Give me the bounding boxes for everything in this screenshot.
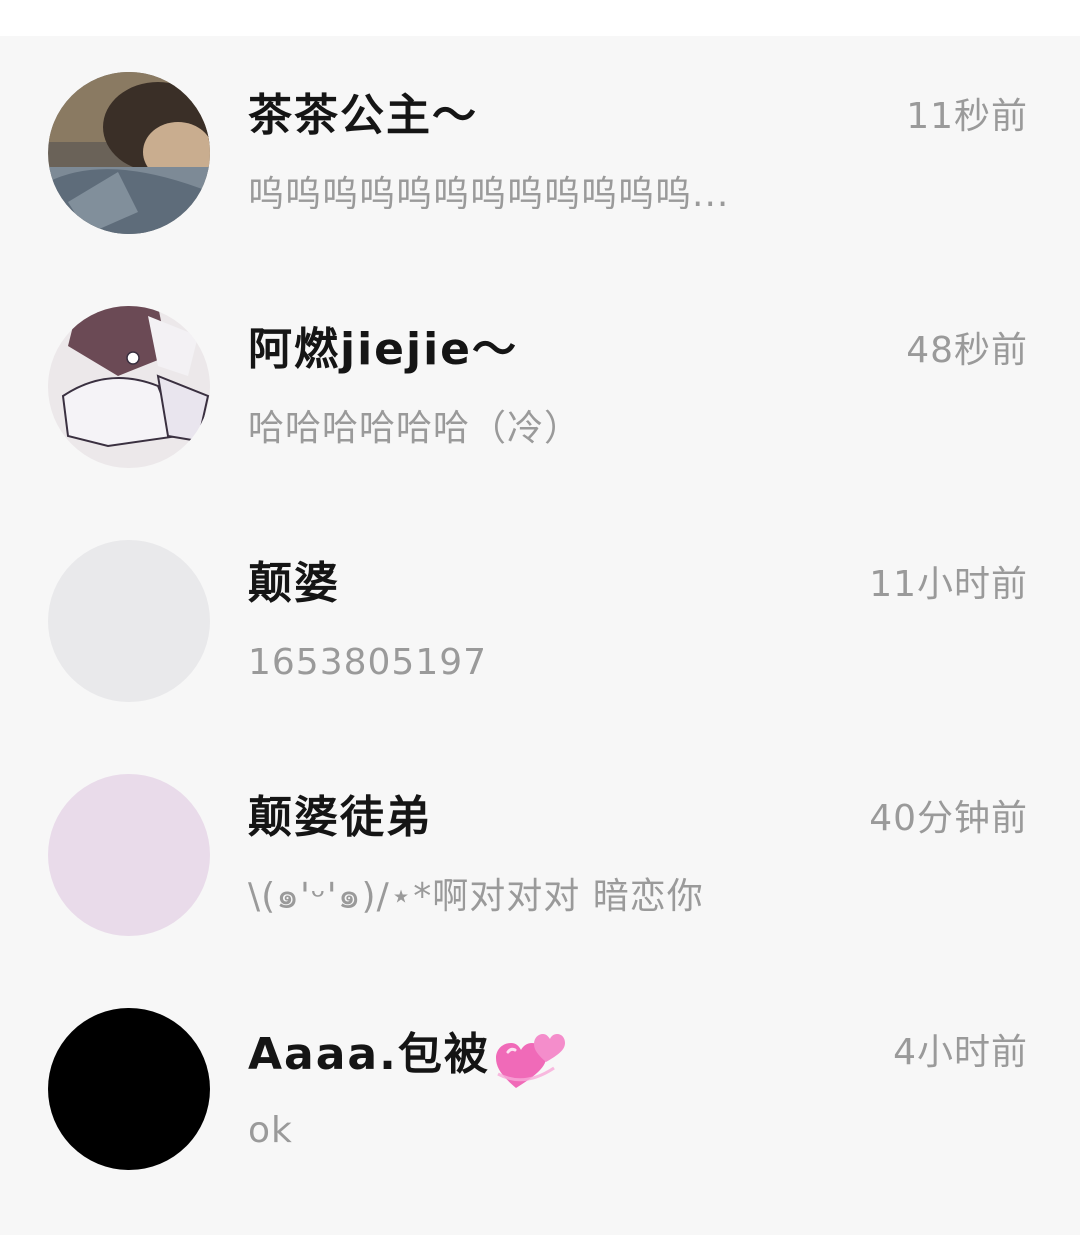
contact-name: 茶茶公主～ bbox=[248, 90, 478, 141]
message-time: 11小时前 bbox=[869, 564, 1028, 605]
avatar-illustration-icon bbox=[48, 306, 210, 468]
avatar[interactable] bbox=[48, 1008, 210, 1170]
message-preview: \(๑'ᵕ'๑)/⋆*啊对对对 暗恋你 bbox=[248, 876, 704, 917]
contact-name: 颠婆徒弟 bbox=[248, 792, 432, 843]
message-preview: 呜呜呜呜呜呜呜呜呜呜呜呜... bbox=[248, 174, 730, 215]
avatar[interactable] bbox=[48, 72, 210, 234]
contact-name: 阿燃jiejie～ bbox=[248, 324, 519, 375]
message-preview: 1653805197 bbox=[248, 642, 488, 683]
avatar-photo-icon bbox=[48, 72, 210, 234]
chat-row[interactable]: Aaaa.包被 4小时前 ok bbox=[0, 972, 1080, 1206]
chat-row[interactable]: 颠婆徒弟 40分钟前 \(๑'ᵕ'๑)/⋆*啊对对对 暗恋你 bbox=[0, 738, 1080, 972]
chat-row[interactable]: 阿燃jiejie～ 48秒前 哈哈哈哈哈哈（冷） bbox=[0, 270, 1080, 504]
message-preview: ok bbox=[248, 1110, 293, 1151]
avatar[interactable] bbox=[48, 540, 210, 702]
avatar[interactable] bbox=[48, 306, 210, 468]
contact-name-container: Aaaa.包被 bbox=[248, 1024, 566, 1090]
message-time: 4小时前 bbox=[893, 1032, 1028, 1073]
message-time: 48秒前 bbox=[906, 330, 1028, 371]
two-hearts-icon bbox=[495, 1034, 565, 1088]
chat-list: 茶茶公主～ 11秒前 呜呜呜呜呜呜呜呜呜呜呜呜... 阿燃jiejie～ 48秒… bbox=[0, 36, 1080, 1235]
contact-name: 颠婆 bbox=[248, 558, 340, 609]
message-preview: 哈哈哈哈哈哈（冷） bbox=[248, 408, 582, 449]
chat-row[interactable]: 茶茶公主～ 11秒前 呜呜呜呜呜呜呜呜呜呜呜呜... bbox=[0, 36, 1080, 270]
chat-row[interactable]: 颠婆 11小时前 1653805197 bbox=[0, 504, 1080, 738]
avatar[interactable] bbox=[48, 774, 210, 936]
message-time: 11秒前 bbox=[906, 96, 1028, 137]
message-time: 40分钟前 bbox=[869, 798, 1028, 839]
contact-name: Aaaa.包被 bbox=[248, 1029, 490, 1080]
